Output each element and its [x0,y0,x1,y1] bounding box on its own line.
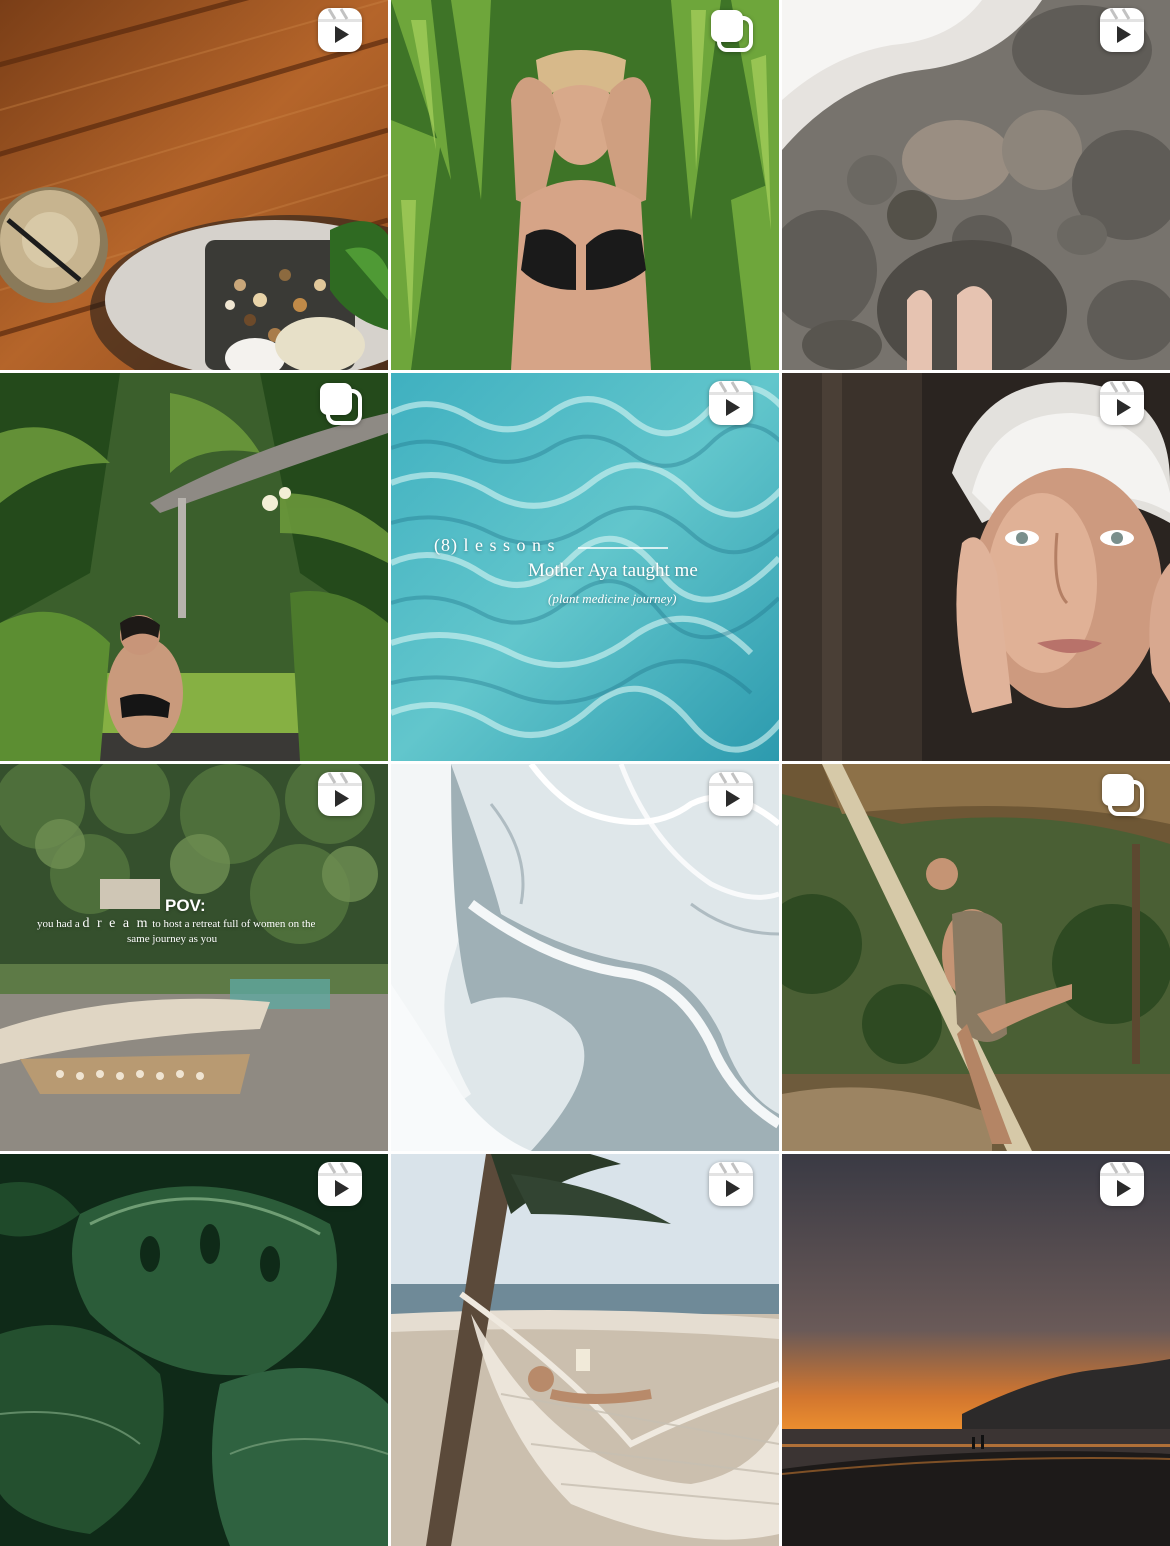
pov-caption-post: to host a retreat full of women on the [152,918,316,930]
lessons-subtitle: Mother Aya taught me [528,560,698,581]
post-tile-towel-face-portrait[interactable] [782,373,1170,761]
post-tile-feet-on-stones[interactable] [782,0,1170,370]
post-thumbnail [782,0,1170,370]
reel-icon [318,772,362,816]
post-tile-garden-shower[interactable] [0,373,388,761]
pov-caption-line2: same journey as you [127,933,218,945]
post-thumbnail [782,764,1170,1151]
reel-icon [709,772,753,816]
pov-caption-pre: you had a [37,918,80,930]
reel-icon [318,1162,362,1206]
reel-icon [318,8,362,52]
carousel-icon [1102,774,1144,816]
post-thumbnail [391,0,779,370]
lessons-title: (8) l e s s o n s [434,535,556,555]
post-tile-retreat-aerial[interactable]: POV: you had a d r e a m to host a retre… [0,764,388,1151]
post-thumbnail [0,764,388,1151]
post-thumbnail [391,1154,779,1546]
post-thumbnail [0,1154,388,1546]
post-tile-woman-tree-pose[interactable] [782,764,1170,1151]
post-thumbnail [0,373,388,761]
post-thumbnail [782,373,1170,761]
reel-icon [1100,1162,1144,1206]
reel-icon [1100,381,1144,425]
pov-caption-dream: d r e a m [82,916,150,931]
lessons-caption: (plant medicine journey) [548,591,677,606]
reel-icon [709,1162,753,1206]
post-tile-beach-hammock[interactable] [391,1154,779,1546]
post-tile-pool-water-lessons[interactable]: (8) l e s s o n s Mother Aya taught me (… [391,373,779,761]
reel-icon [1100,8,1144,52]
post-thumbnail [782,1154,1170,1546]
post-thumbnail [391,764,779,1151]
post-tile-woman-jungle-bikini[interactable] [391,0,779,370]
carousel-icon [711,10,753,52]
reel-icon [709,381,753,425]
post-tile-sand-ocean-aerial[interactable] [391,764,779,1151]
profile-post-grid: (8) l e s s o n s Mother Aya taught me (… [0,0,1170,1546]
pov-title: POV: [165,896,206,915]
post-thumbnail [0,0,388,370]
carousel-icon [320,383,362,425]
post-tile-wood-coconut-bowl[interactable] [0,0,388,370]
pov-caption-line1: you had a d r e a m to host a retreat fu… [37,916,315,932]
post-tile-beach-sunset[interactable] [782,1154,1170,1546]
post-tile-monstera-leaves[interactable] [0,1154,388,1546]
